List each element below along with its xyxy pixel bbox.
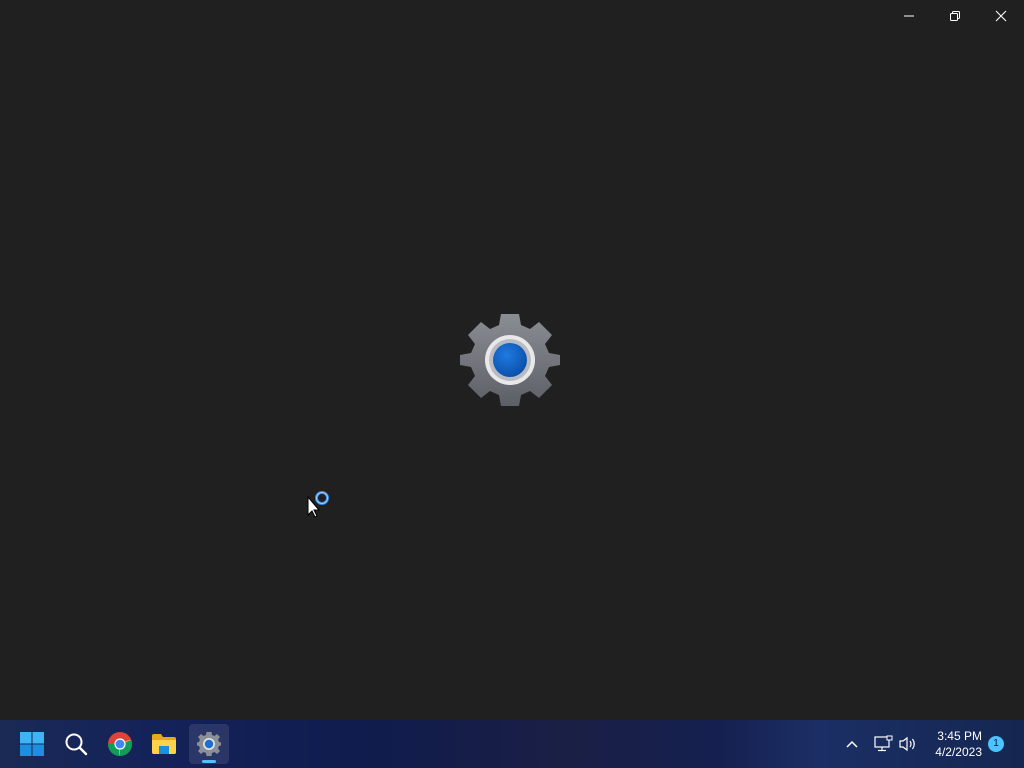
chrome-icon: [108, 732, 133, 757]
volume-icon: [899, 736, 915, 752]
show-hidden-icons-button[interactable]: [840, 732, 864, 756]
search-icon: [65, 733, 88, 756]
network-button[interactable]: [871, 732, 895, 756]
windows-logo-icon: [20, 732, 44, 756]
settings-window: [0, 0, 1024, 720]
search-button[interactable]: [56, 724, 96, 764]
volume-button[interactable]: [896, 732, 920, 756]
caption-buttons: [886, 0, 1024, 32]
start-button[interactable]: [12, 724, 52, 764]
notification-badge[interactable]: 1: [988, 736, 1004, 752]
folder-icon: [152, 734, 176, 754]
close-button[interactable]: [978, 0, 1024, 32]
clock-time: 3:45 PM: [937, 729, 982, 743]
network-icon: [874, 735, 893, 752]
active-app-indicator: [202, 760, 216, 763]
chrome-app[interactable]: [100, 724, 140, 764]
restore-icon: [950, 11, 960, 21]
restore-button[interactable]: [932, 0, 978, 32]
close-icon: [995, 10, 1007, 22]
settings-gear-icon: [197, 732, 221, 756]
clock[interactable]: 3:45 PM 4/2/2023: [935, 728, 982, 760]
taskbar: 3:45 PM 4/2/2023 1: [0, 720, 1024, 768]
minimize-icon: [904, 15, 914, 17]
busy-cursor-icon: [307, 491, 329, 518]
settings-app[interactable]: [189, 724, 229, 764]
chevron-up-icon: [846, 740, 858, 748]
minimize-button[interactable]: [886, 0, 932, 32]
clock-date: 4/2/2023: [935, 745, 982, 759]
file-explorer-app[interactable]: [144, 724, 184, 764]
settings-gear-icon: [460, 314, 560, 406]
